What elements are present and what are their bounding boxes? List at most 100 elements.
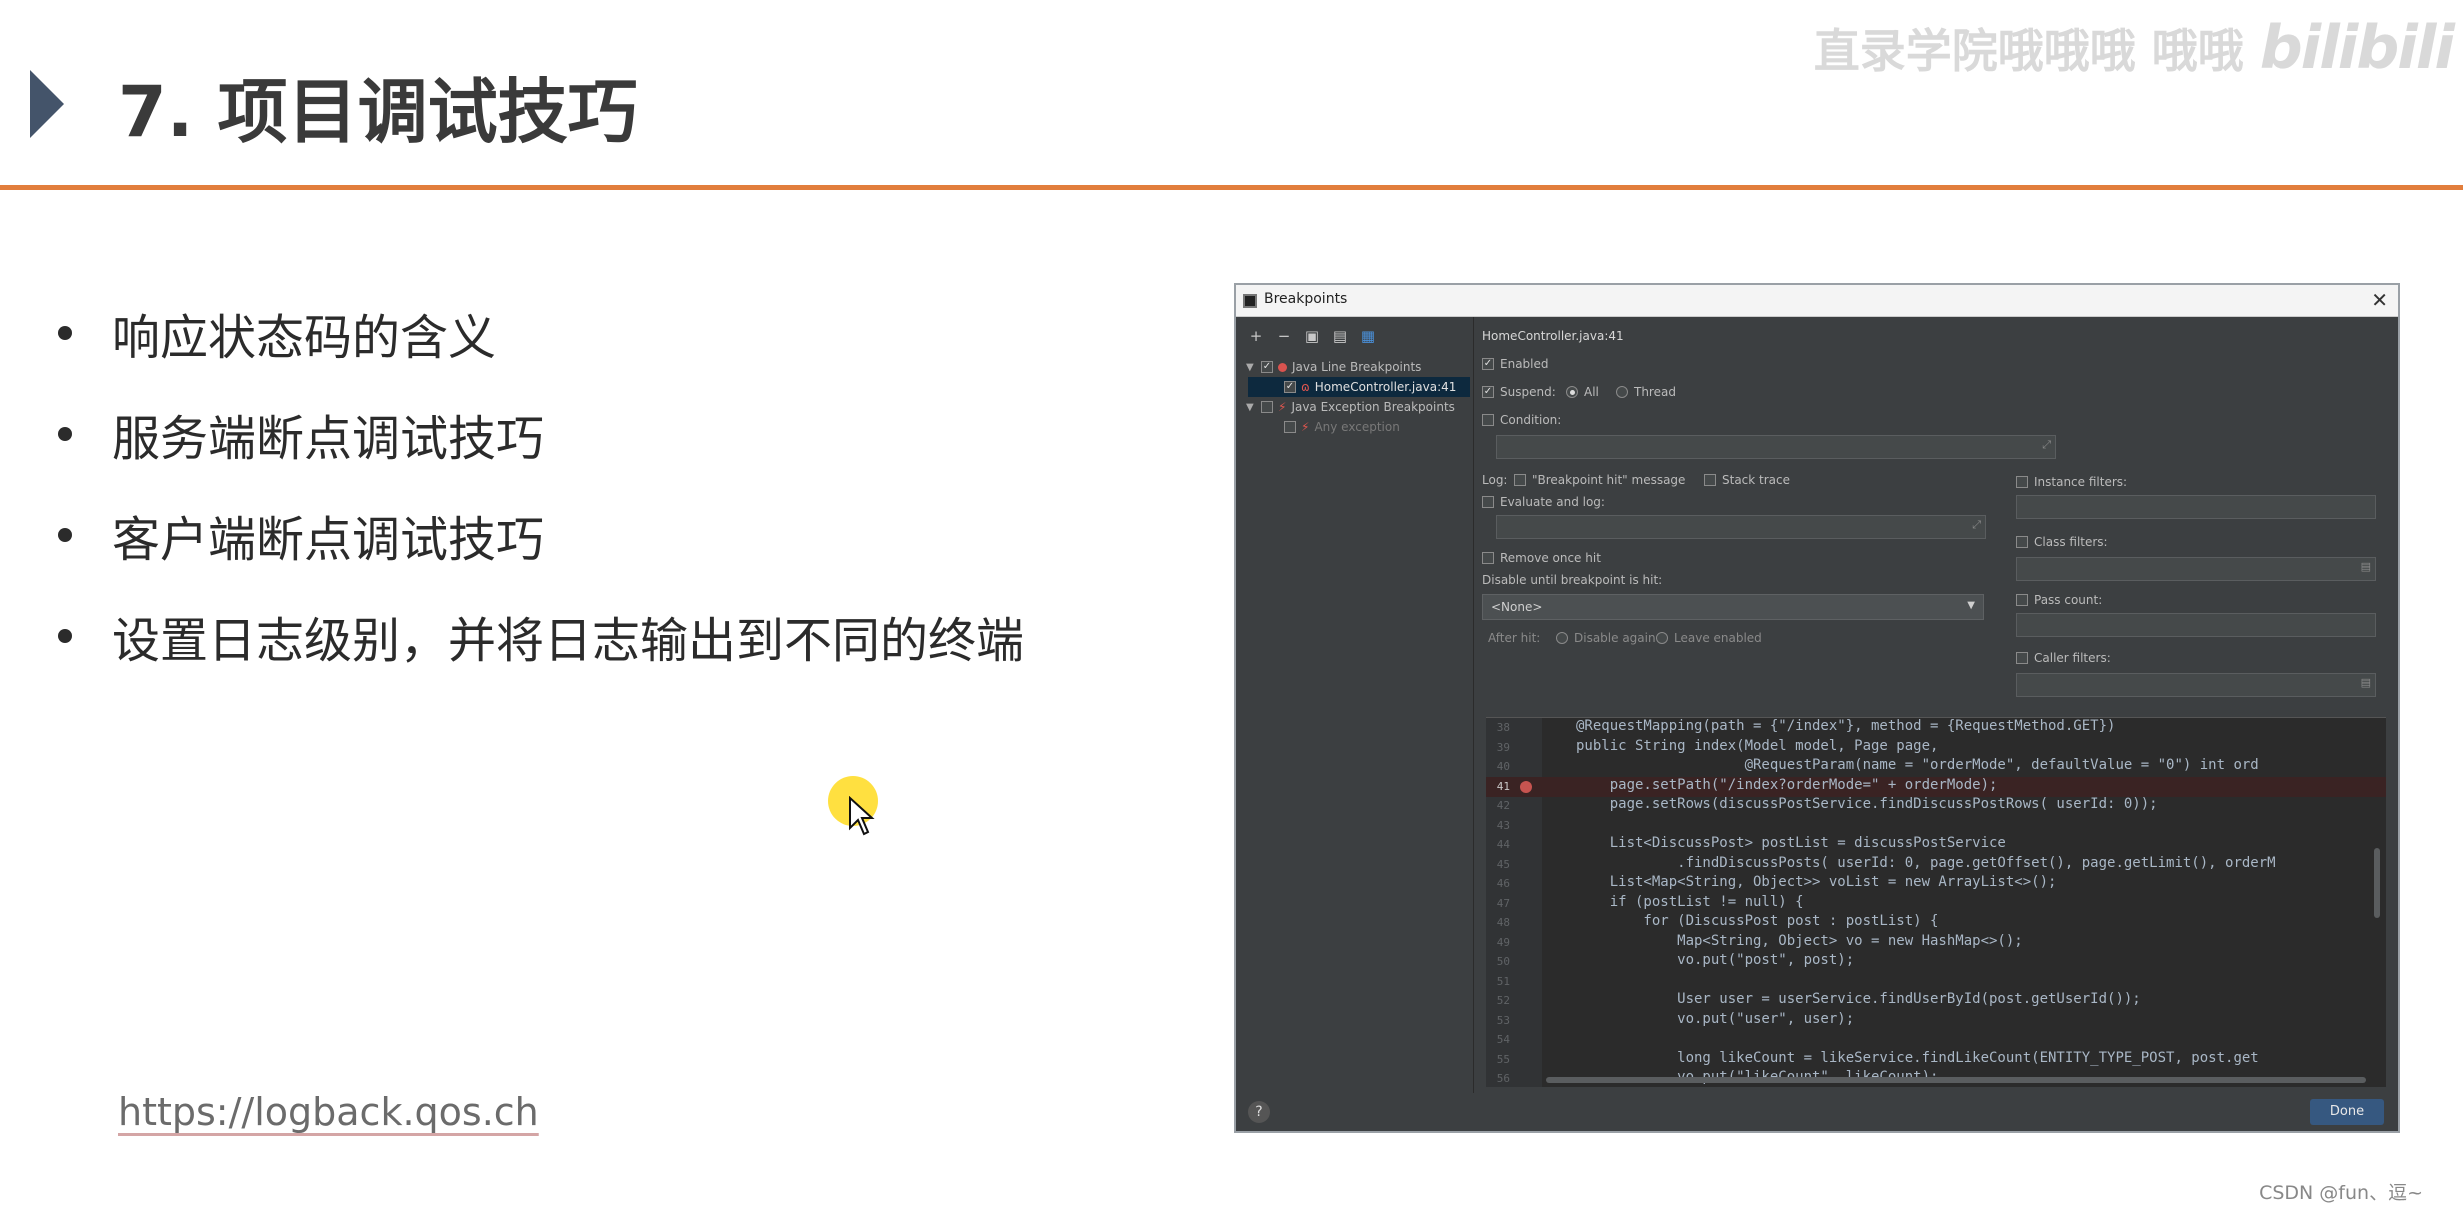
code-text: long likeCount = likeService.findLikeCou…	[1576, 1049, 2259, 1066]
details-header: HomeController.java:41	[1482, 329, 1624, 343]
bp-hit-message-option[interactable]: "Breakpoint hit" message	[1514, 473, 1685, 487]
instance-filters-field[interactable]	[2016, 495, 2376, 519]
disable-until-label: Disable until breakpoint is hit:	[1482, 573, 1663, 587]
all-radio[interactable]	[1566, 386, 1578, 398]
all-label: All	[1584, 385, 1599, 399]
breakpoint-marker-icon[interactable]	[1520, 780, 1532, 793]
stack-trace-label: Stack trace	[1722, 473, 1791, 487]
pass-count-label: Pass count:	[2034, 593, 2103, 607]
pass-count-option[interactable]: Pass count:	[2016, 593, 2102, 607]
add-breakpoint-icon[interactable]: +	[1248, 327, 1264, 345]
expand-field-icon[interactable]: ⤢	[2042, 438, 2051, 452]
class-filters-checkbox[interactable]	[2016, 536, 2028, 548]
group-checkbox[interactable]	[1261, 401, 1273, 413]
line-number: 47	[1496, 896, 1510, 910]
log-label: Log:	[1482, 473, 1507, 487]
instance-filters-checkbox[interactable]	[2016, 476, 2028, 488]
code-line: 52 User user = userService.findUserById(…	[1486, 991, 2386, 1011]
line-number: 42	[1496, 799, 1510, 812]
thread-radio[interactable]	[1616, 386, 1628, 398]
tree-item-java-exception[interactable]: ▼ ⚡ Java Exception Breakpoints	[1246, 397, 1455, 417]
evaluate-log-checkbox[interactable]	[1482, 496, 1494, 508]
dialog-title: Breakpoints	[1264, 291, 1348, 307]
tree-item-any-exception[interactable]: ⚡ Any exception	[1284, 417, 1400, 437]
bullet-item: 设置日志级别，并将日志输出到不同的终端	[58, 585, 1024, 686]
condition-option[interactable]: Condition:	[1482, 413, 1561, 427]
line-number: 44	[1496, 838, 1510, 851]
tree-item-homecontroller[interactable]: ✓ ɷ HomeController.java:41	[1248, 377, 1470, 397]
evaluate-log-option[interactable]: Evaluate and log:	[1482, 495, 1605, 509]
enabled-checkbox[interactable]: ✓	[1482, 358, 1494, 370]
evaluate-log-field[interactable]: ⤢	[1496, 515, 1986, 539]
suspend-all-option[interactable]: All	[1566, 385, 1599, 399]
group-by-class-icon[interactable]: ▤	[1332, 327, 1348, 345]
remove-once-hit-label: Remove once hit	[1500, 551, 1601, 565]
bilibili-logo: bilibili	[2259, 13, 2455, 83]
close-icon[interactable]: ✕	[2371, 288, 2388, 312]
expand-icon[interactable]: ▼	[1246, 362, 1256, 373]
watermark-text: 直录学院哦哦哦 哦哦	[1813, 24, 2244, 78]
browse-icon[interactable]: ▤	[2361, 676, 2371, 689]
code-text: @RequestMapping(path = {"/index"}, metho…	[1576, 718, 2116, 734]
help-button[interactable]: ?	[1248, 1101, 1270, 1123]
expand-icon[interactable]: ▼	[1246, 402, 1256, 413]
instance-filters-option[interactable]: Instance filters:	[2016, 475, 2127, 489]
disable-again-radio[interactable]	[1556, 632, 1568, 644]
leave-enabled-radio[interactable]	[1656, 632, 1668, 644]
group-by-package-icon[interactable]: ▣	[1304, 327, 1320, 345]
code-line: 53 vo.put("user", user);	[1486, 1011, 2386, 1031]
pass-count-checkbox[interactable]	[2016, 594, 2028, 606]
pass-count-field[interactable]	[2016, 613, 2376, 637]
title-arrow-icon	[30, 70, 64, 138]
caller-filters-checkbox[interactable]	[2016, 652, 2028, 664]
line-number: 38	[1496, 721, 1510, 734]
caller-filters-field[interactable]: ▤	[2016, 673, 2376, 697]
remove-once-hit-option[interactable]: Remove once hit	[1482, 551, 1601, 565]
disable-until-select[interactable]: <None> ▼	[1482, 594, 1984, 620]
slide-title: 7. 项目调试技巧	[118, 71, 638, 153]
line-number: 40	[1496, 760, 1510, 773]
line-number: 41	[1496, 779, 1510, 793]
suspend-option[interactable]: ✓ Suspend:	[1482, 385, 1556, 399]
remove-breakpoint-icon[interactable]: −	[1276, 327, 1292, 345]
logback-link[interactable]: https://logback.qos.ch	[118, 1090, 539, 1134]
selected-option: <None>	[1491, 600, 1543, 614]
code-line: 42 page.setRows(discussPostService.findD…	[1486, 796, 2386, 816]
code-line: 44 List<DiscussPost> postList = discussP…	[1486, 835, 2386, 855]
instance-filters-label: Instance filters:	[2034, 475, 2128, 489]
condition-field[interactable]: ⤢	[1496, 435, 2056, 459]
caller-filters-option[interactable]: Caller filters:	[2016, 651, 2111, 665]
done-button[interactable]: Done	[2310, 1099, 2384, 1125]
class-filters-option[interactable]: Class filters:	[2016, 535, 2108, 549]
disable-again-option[interactable]: Disable again	[1556, 631, 1656, 645]
group-checkbox[interactable]: ✓	[1261, 361, 1273, 373]
code-line: 46 List<Map<String, Object>> voList = ne…	[1486, 874, 2386, 894]
stack-trace-checkbox[interactable]	[1704, 474, 1716, 486]
bp-hit-message-checkbox[interactable]	[1514, 474, 1526, 486]
condition-checkbox[interactable]	[1482, 414, 1494, 426]
caller-filters-label: Caller filters:	[2034, 651, 2111, 665]
mouse-cursor-icon	[849, 796, 875, 836]
title-divider	[0, 185, 2463, 190]
line-breakpoint-icon	[1278, 362, 1287, 372]
tree-label: Any exception	[1314, 420, 1400, 434]
vertical-scrollbar[interactable]	[2374, 848, 2380, 918]
expand-field-icon[interactable]: ⤢	[1972, 518, 1981, 532]
stack-trace-option[interactable]: Stack trace	[1704, 473, 1790, 487]
enabled-option[interactable]: ✓ Enabled	[1482, 357, 1549, 371]
class-filters-field[interactable]: ▤	[2016, 557, 2376, 581]
breakpoint-checkbox[interactable]	[1284, 421, 1296, 433]
group-by-file-icon[interactable]: ▦	[1360, 327, 1376, 345]
suspend-checkbox[interactable]: ✓	[1482, 386, 1494, 398]
breakpoint-checkbox[interactable]: ✓	[1284, 381, 1296, 393]
horizontal-scrollbar[interactable]	[1546, 1077, 2366, 1083]
bullet-text: 服务端断点调试技巧	[112, 410, 545, 467]
remove-once-hit-checkbox[interactable]	[1482, 552, 1494, 564]
code-line: 51	[1486, 972, 2386, 992]
suspend-thread-option[interactable]: Thread	[1616, 385, 1676, 399]
tree-item-java-line[interactable]: ▼ ✓ Java Line Breakpoints	[1246, 357, 1421, 377]
code-preview[interactable]: 38 @RequestMapping(path = {"/index"}, met…	[1486, 717, 2386, 1087]
bullet-dot-icon	[58, 628, 72, 643]
leave-enabled-option[interactable]: Leave enabled	[1656, 631, 1762, 645]
browse-icon[interactable]: ▤	[2361, 560, 2371, 573]
